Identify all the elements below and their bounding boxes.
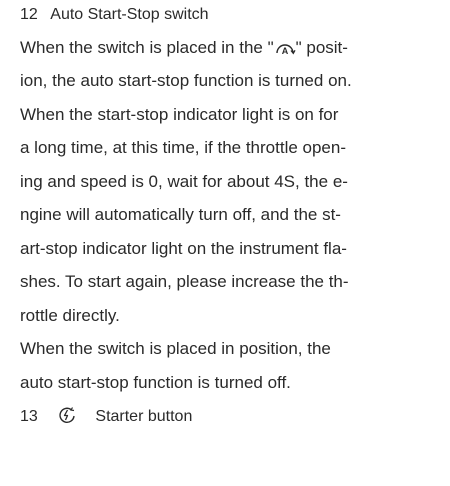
- section-13-title: Starter button: [95, 408, 193, 425]
- para1-line4: a long time, at this time, if the thrott…: [20, 138, 346, 157]
- section-12-title: Auto Start-Stop switch: [50, 6, 209, 23]
- starter-button-icon: [56, 406, 78, 424]
- para1-line9: rottle directly.: [20, 306, 120, 325]
- para1-line6: ngine will automatically turn off, and t…: [20, 205, 341, 224]
- para1-line2: ion, the auto start-stop function is tur…: [20, 71, 352, 90]
- para1-line3: When the start-stop indicator light is o…: [20, 105, 339, 124]
- para1-line7: art-stop indicator light on the instrume…: [20, 239, 347, 258]
- svg-text:A: A: [281, 46, 288, 56]
- para1-line1: When the switch is placed in the " A " p…: [20, 38, 348, 57]
- section-12-number: 12: [20, 6, 38, 23]
- section-13-number: 13: [20, 408, 38, 425]
- auto-start-stop-icon: A: [274, 40, 296, 56]
- para2-line1: When the switch is placed in position, t…: [20, 339, 331, 358]
- section-13-heading: 13 Starter button: [20, 406, 192, 427]
- para1-line5: ing and speed is 0, wait for about 4S, t…: [20, 172, 348, 191]
- para1-line8: shes. To start again, please increase th…: [20, 272, 349, 291]
- para2-line2: auto start-stop function is turned off.: [20, 373, 291, 392]
- section-12-heading: 12 Auto Start-Stop switch: [20, 5, 209, 25]
